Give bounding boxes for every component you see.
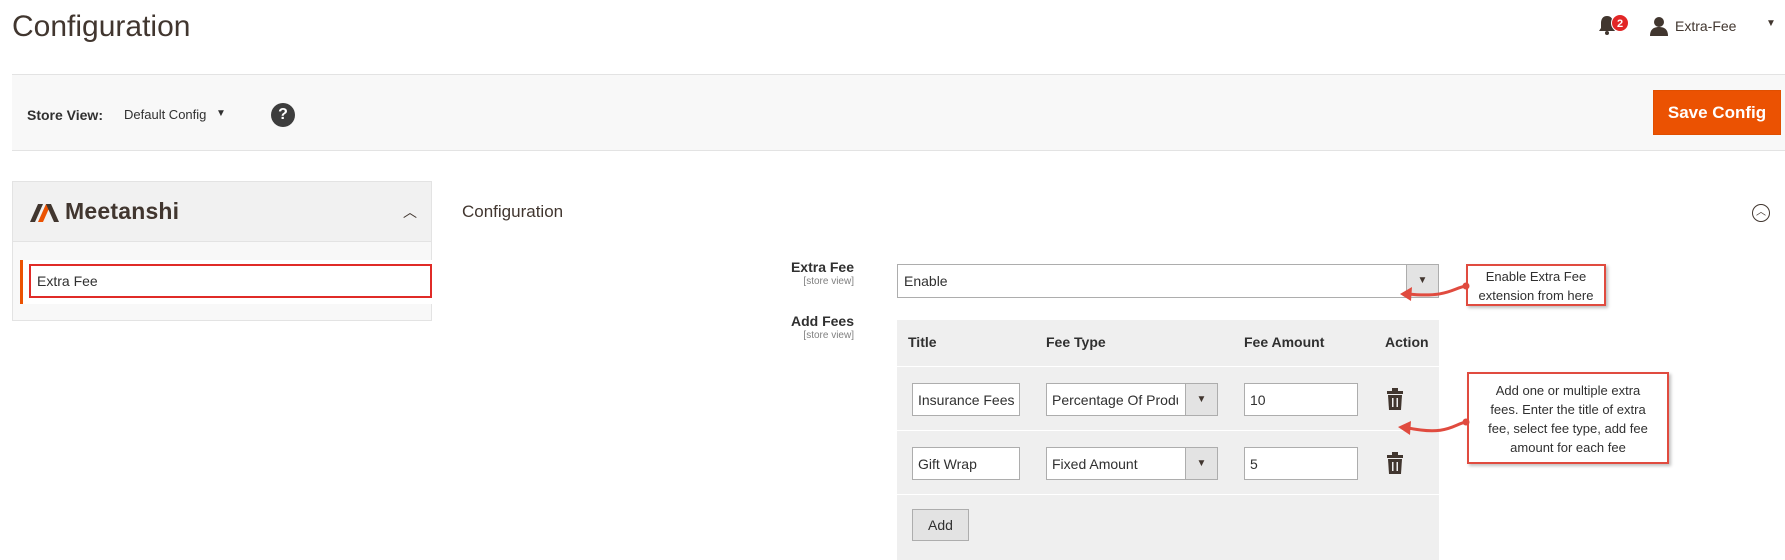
extra-fee-select[interactable]: Enable ▼: [897, 264, 1439, 298]
column-header-fee-amount: Fee Amount: [1244, 334, 1325, 350]
fees-table: Title Fee Type Fee Amount Action Insuran…: [897, 320, 1439, 560]
sidebar-brand-header[interactable]: Meetanshi ︿: [13, 182, 431, 242]
callout-text-line: extension from here: [1478, 288, 1594, 303]
user-menu-name[interactable]: Extra-Fee: [1675, 18, 1736, 34]
fee-type-select[interactable]: Percentage Of Product Price ▼: [1046, 383, 1218, 416]
store-view-bar: Store View: Default Config ▼ ? Save Conf…: [12, 74, 1785, 151]
extra-fee-label: Extra Fee: [790, 259, 854, 275]
column-header-fee-type: Fee Type: [1046, 334, 1106, 350]
add-fees-scope: [store view]: [803, 330, 854, 341]
notification-badge[interactable]: 2: [1611, 14, 1629, 32]
callout-text-line: Enable Extra Fee: [1485, 269, 1587, 284]
add-fees-label: Add Fees: [790, 313, 854, 329]
sidebar-brand-name: Meetanshi: [65, 198, 180, 224]
fee-amount-input[interactable]: 10: [1244, 383, 1358, 416]
callout-enable: Enable Extra Fee extension from here: [1466, 264, 1606, 306]
extra-fee-scope: [store view]: [803, 276, 854, 287]
fee-title-input[interactable]: Insurance Fees: [912, 383, 1020, 416]
callout-fees: Add one or multiple extra fees. Enter th…: [1467, 372, 1669, 464]
save-config-button[interactable]: Save Config: [1653, 90, 1781, 135]
callout-text-line: fees. Enter the title of extra: [1490, 402, 1646, 417]
table-row: Gift Wrap Fixed Amount ▼ 5: [897, 430, 1439, 494]
help-icon[interactable]: ?: [271, 103, 295, 127]
meetanshi-logo: [30, 204, 59, 222]
column-header-action: Action: [1385, 334, 1429, 350]
fee-type-select-value: Fixed Amount: [1052, 456, 1138, 472]
caret-down-icon[interactable]: ▼: [216, 108, 226, 119]
table-footer-row: Add: [897, 494, 1439, 560]
section-title[interactable]: Configuration: [462, 202, 563, 222]
sidebar-item-label: Extra Fee: [37, 273, 98, 289]
sidebar-item-highlight: Extra Fee: [29, 264, 432, 298]
fee-title-input[interactable]: Gift Wrap: [912, 447, 1020, 480]
collapse-toggle-icon[interactable]: ︿: [1752, 204, 1770, 222]
callout-arrow: [1398, 418, 1470, 435]
user-icon[interactable]: [1649, 16, 1669, 36]
callout-arrow: [1400, 282, 1470, 301]
sidebar-item-extra-fee[interactable]: Extra Fee: [20, 260, 432, 304]
callout-text-line: fee, select fee type, add fee: [1488, 421, 1648, 436]
trash-icon[interactable]: [1386, 452, 1404, 474]
table-row: Insurance Fees Percentage Of Product Pri…: [897, 366, 1439, 430]
store-view-switcher[interactable]: Default Config: [124, 107, 206, 122]
caret-down-icon[interactable]: ▼: [1766, 18, 1776, 29]
fee-type-select-value: Percentage Of Product Price: [1052, 392, 1178, 408]
chevron-down-icon[interactable]: ▼: [1185, 384, 1217, 415]
header-actions: 2 Extra-Fee ▼: [1545, 0, 1785, 52]
column-header-title: Title: [908, 334, 937, 350]
fee-amount-input[interactable]: 5: [1244, 447, 1358, 480]
callout-text-line: amount for each fee: [1510, 440, 1626, 455]
trash-icon[interactable]: [1386, 388, 1404, 410]
fee-type-select[interactable]: Fixed Amount ▼: [1046, 447, 1218, 480]
chevron-down-icon[interactable]: ▼: [1185, 448, 1217, 479]
chevron-up-icon[interactable]: ︿: [403, 202, 417, 222]
page-title: Configuration: [12, 10, 191, 43]
store-view-label: Store View:: [27, 107, 103, 123]
callout-text-line: Add one or multiple extra: [1495, 383, 1641, 398]
add-fee-button[interactable]: Add: [912, 509, 969, 541]
config-sidebar: Meetanshi ︿ Extra Fee: [12, 181, 432, 321]
extra-fee-select-value: Enable: [904, 273, 948, 289]
